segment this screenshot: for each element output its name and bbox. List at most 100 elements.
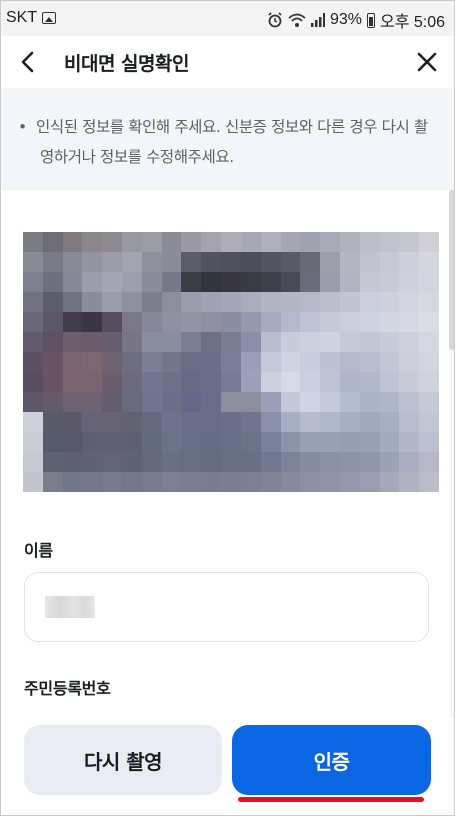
photo-pixel [320, 352, 340, 372]
photo-pixel [359, 412, 380, 432]
photo-pixel [379, 252, 400, 272]
photo-pixel [221, 432, 241, 452]
photo-pixel [260, 372, 281, 392]
photo-pixel [82, 472, 103, 492]
photo-pixel [122, 292, 142, 312]
photo-pixel [42, 472, 63, 492]
app-header: 비대면 실명확인 [0, 36, 455, 88]
photo-pixel [320, 472, 340, 492]
battery-percent: 93% [329, 11, 362, 28]
photo-pixel [379, 472, 400, 492]
photo-pixel [280, 332, 301, 352]
photo-pixel [379, 352, 400, 372]
close-button[interactable] [413, 48, 441, 76]
photo-pixel [82, 432, 103, 452]
photo-pixel [419, 352, 439, 372]
photo-pixel [161, 472, 182, 492]
photo-pixel [82, 292, 103, 312]
photo-pixel [181, 352, 202, 372]
retake-button[interactable]: 다시 촬영 [24, 725, 222, 795]
photo-pixel [359, 452, 380, 472]
photo-pixel [359, 372, 380, 392]
clock: 오후 5:06 [379, 14, 445, 31]
photo-pixel [201, 252, 222, 272]
photo-pixel [399, 272, 420, 292]
photo-pixel [42, 232, 63, 252]
photo-pixel [201, 352, 222, 372]
photo-pixel [122, 272, 142, 292]
photo-pixel [122, 392, 142, 412]
photo-pixel [102, 272, 123, 292]
photo-pixel [201, 452, 222, 472]
notice-bullet: • [18, 118, 27, 136]
photo-pixel [42, 252, 63, 272]
photo-pixel [221, 452, 241, 472]
name-input[interactable] [24, 572, 429, 642]
photo-pixel [221, 352, 241, 372]
scrollbar-thumb[interactable] [449, 190, 455, 350]
photo-pixel [240, 392, 261, 412]
status-bar: SKT 93% 오후 5:06 [0, 0, 455, 36]
photo-pixel [300, 472, 321, 492]
photo-pixel [280, 352, 301, 372]
photo-pixel [122, 372, 142, 392]
photo-pixel [201, 272, 222, 292]
photo-pixel [221, 252, 241, 272]
photo-pixel [221, 292, 241, 312]
photo-pixel [339, 352, 360, 372]
photo-pixel [300, 352, 321, 372]
photo-pixel [161, 372, 182, 392]
verify-button[interactable]: 인증 [232, 725, 431, 795]
photo-pixel [102, 332, 123, 352]
notice-message: 인식된 정보를 확인해 주세요. 신분증 정보와 다른 경우 다시 촬영하거나 … [36, 118, 428, 166]
photo-pixel [122, 452, 142, 472]
back-button[interactable] [14, 48, 42, 76]
photo-pixel [221, 272, 241, 292]
photo-pixel [122, 472, 142, 492]
photo-pixel [300, 392, 321, 412]
photo-pixel [42, 412, 63, 432]
close-icon [417, 52, 437, 72]
highlight-underline [238, 797, 424, 802]
photo-pixel [419, 472, 439, 492]
photo-pixel [201, 472, 222, 492]
photo-pixel [62, 332, 83, 352]
photo-pixel [419, 452, 439, 472]
photo-pixel [359, 432, 380, 452]
photo-pixel [161, 432, 182, 452]
photo-pixel [42, 312, 63, 332]
id-card-photo [23, 232, 439, 492]
photo-pixel [399, 252, 420, 272]
photo-pixel [300, 432, 321, 452]
photo-pixel [300, 272, 321, 292]
photo-pixel [399, 292, 420, 312]
photo-pixel [300, 232, 321, 252]
photo-pixel [359, 232, 380, 252]
photo-pixel [280, 312, 301, 332]
photo-pixel [280, 452, 301, 472]
photo-pixel [260, 232, 281, 252]
photo-pixel [201, 332, 222, 352]
photo-pixel [280, 392, 301, 412]
photo-pixel [221, 332, 241, 352]
photo-pixel [102, 292, 123, 312]
photo-pixel [161, 272, 182, 292]
photo-pixel [419, 372, 439, 392]
photo-pixel [399, 352, 420, 372]
photo-pixel [399, 472, 420, 492]
photo-pixel [221, 232, 241, 252]
photo-pixel [359, 392, 380, 412]
photo-pixel [320, 332, 340, 352]
photo-pixel [260, 412, 281, 432]
photo-pixel [102, 372, 123, 392]
photo-pixel [181, 292, 202, 312]
photo-pixel [320, 312, 340, 332]
photo-pixel [122, 252, 142, 272]
photo-pixel [399, 332, 420, 352]
photo-pixel [419, 312, 439, 332]
photo-pixel [300, 312, 321, 332]
photo-pixel [122, 412, 142, 432]
photo-pixel [122, 352, 142, 372]
photo-pixel [23, 472, 43, 492]
photo-pixel [42, 432, 63, 452]
